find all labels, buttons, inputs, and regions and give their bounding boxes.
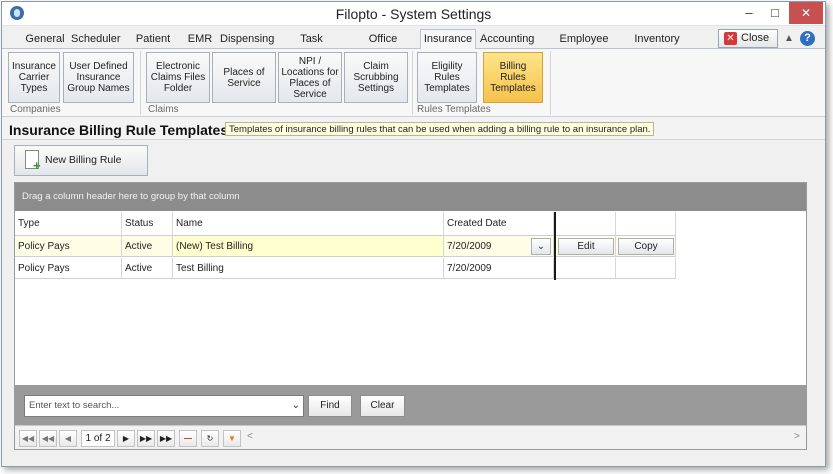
scroll-left-icon[interactable]: < — [247, 431, 253, 442]
next-page-icon[interactable]: ▶ — [117, 430, 135, 447]
copy-button[interactable]: Copy — [618, 238, 674, 255]
search-placeholder: Enter text to search... — [29, 400, 120, 411]
first-page-icon[interactable]: ◀◀ — [19, 430, 37, 447]
module-tabs: General Scheduler Patient File EMR Dispe… — [2, 27, 825, 61]
column-header-edit — [556, 212, 616, 236]
chevron-down-icon[interactable]: ⌄ — [531, 238, 551, 255]
last-page-icon[interactable]: ▶▶ — [157, 430, 175, 447]
plus-icon: + — [33, 158, 41, 173]
pager: ◀◀ ◀◀ ◀ 1 of 2 ▶ ▶▶ ▶▶ — ↻ ▼ < > — [15, 425, 806, 449]
window-close-button[interactable]: ✕ — [789, 2, 823, 24]
refresh-icon[interactable]: ↻ — [201, 430, 219, 447]
eligibility-rules-templates-button[interactable]: Eligility Rules Templates — [417, 52, 477, 103]
previous-page-icon[interactable]: ◀ — [59, 430, 77, 447]
group-separator — [412, 51, 413, 115]
tab-dispensing[interactable]: Dispensing — [220, 31, 274, 49]
page-hint: Templates of insurance billing rules tha… — [225, 122, 655, 136]
templates-grid: Drag a column header here to group by th… — [14, 182, 807, 450]
maximize-button[interactable]: □ — [762, 2, 788, 24]
tab-office-reports[interactable]: Office Reports — [351, 31, 415, 61]
column-header-type[interactable]: Type — [15, 212, 122, 236]
new-billing-rule-template-button[interactable]: + New Billing Rule Template — [14, 145, 148, 195]
previous-block-icon[interactable]: ◀◀ — [39, 430, 57, 447]
tab-employee-manager[interactable]: Employee Manager — [540, 31, 628, 61]
cell-copy — [616, 258, 676, 279]
cell-type: Policy Pays — [15, 258, 122, 279]
column-header-status[interactable]: Status — [122, 212, 173, 236]
billing-rules-templates-button[interactable]: Billing Rules Templates — [483, 52, 543, 103]
group-label-claims: Claims — [148, 104, 179, 115]
find-button[interactable]: Find — [308, 395, 352, 417]
title-bar: Filopto - System Settings – □ ✕ — [2, 2, 825, 26]
cell-name: Test Billing — [173, 258, 444, 279]
places-of-service-button[interactable]: Places of Service — [212, 52, 276, 103]
delete-record-icon[interactable]: — — [179, 430, 197, 447]
minimize-button[interactable]: – — [736, 2, 762, 24]
edit-button[interactable]: Edit — [558, 238, 614, 255]
help-icon[interactable]: ? — [800, 31, 815, 46]
insurance-carrier-types-button[interactable]: Insurance Carrier Types — [8, 52, 60, 103]
page-header: Insurance Billing Rule Templates Templat… — [2, 118, 825, 140]
next-block-icon[interactable]: ▶▶ — [137, 430, 155, 447]
filter-icon[interactable]: ▼ — [223, 430, 241, 447]
collapse-ribbon-icon[interactable]: ▲ — [784, 33, 794, 44]
search-input[interactable]: Enter text to search... ⌄ — [24, 395, 304, 417]
tab-emr[interactable]: EMR — [186, 31, 214, 49]
npi-locations-button[interactable]: NPI / Locations for Places of Service — [278, 52, 342, 103]
column-header-created-date[interactable]: Created Date — [444, 212, 554, 236]
ribbon: Insurance Carrier Types User Defined Ins… — [2, 49, 825, 117]
clear-button[interactable]: Clear — [360, 395, 405, 417]
search-panel: Enter text to search... ⌄ Find Clear — [15, 385, 806, 425]
user-defined-insurance-group-names-button[interactable]: User Defined Insurance Group Names — [63, 52, 134, 103]
cell-edit — [556, 258, 616, 279]
window-title: Filopto - System Settings — [335, 6, 492, 22]
frozen-column-divider — [554, 212, 556, 280]
page-indicator: 1 of 2 — [81, 430, 115, 447]
system-settings-window: Filopto - System Settings – □ ✕ General … — [1, 1, 826, 467]
tab-general[interactable]: General — [24, 31, 66, 49]
tab-inventory[interactable]: Inventory — [634, 31, 680, 49]
cell-status: Active — [122, 258, 173, 279]
group-label-rules-templates: Rules Templates — [417, 104, 491, 115]
close-icon: ✕ — [724, 32, 737, 45]
scroll-right-icon[interactable]: > — [794, 431, 800, 442]
column-header-name[interactable]: Name — [173, 212, 444, 236]
group-separator — [140, 51, 141, 115]
group-by-panel[interactable]: Drag a column header here to group by th… — [15, 183, 806, 211]
tab-accounting[interactable]: Accounting — [480, 31, 534, 49]
cell-created-date: 7/20/2009 — [444, 258, 554, 279]
group-separator — [550, 51, 551, 115]
electronic-claims-files-folder-button[interactable]: Electronic Claims Files Folder — [146, 52, 210, 103]
claim-scrubbing-settings-button[interactable]: Claim Scrubbing Settings — [344, 52, 408, 103]
cell-type: Policy Pays — [15, 236, 122, 257]
cell-status: Active — [122, 236, 173, 257]
tab-scheduler[interactable]: Scheduler — [71, 31, 121, 49]
column-header-copy — [616, 212, 676, 236]
close-button-label: Close — [741, 32, 770, 44]
cell-name: (New) Test Billing — [173, 236, 444, 257]
group-label-companies: Companies — [10, 104, 61, 115]
close-button[interactable]: ✕ Close — [718, 29, 778, 48]
tab-insurance[interactable]: Insurance — [420, 29, 476, 50]
chevron-down-icon[interactable]: ⌄ — [292, 396, 300, 416]
tab-task-manager[interactable]: Task Manager — [280, 31, 343, 61]
page-title: Insurance Billing Rule Templates — [9, 122, 229, 138]
tab-patient-file[interactable]: Patient File — [126, 31, 180, 61]
